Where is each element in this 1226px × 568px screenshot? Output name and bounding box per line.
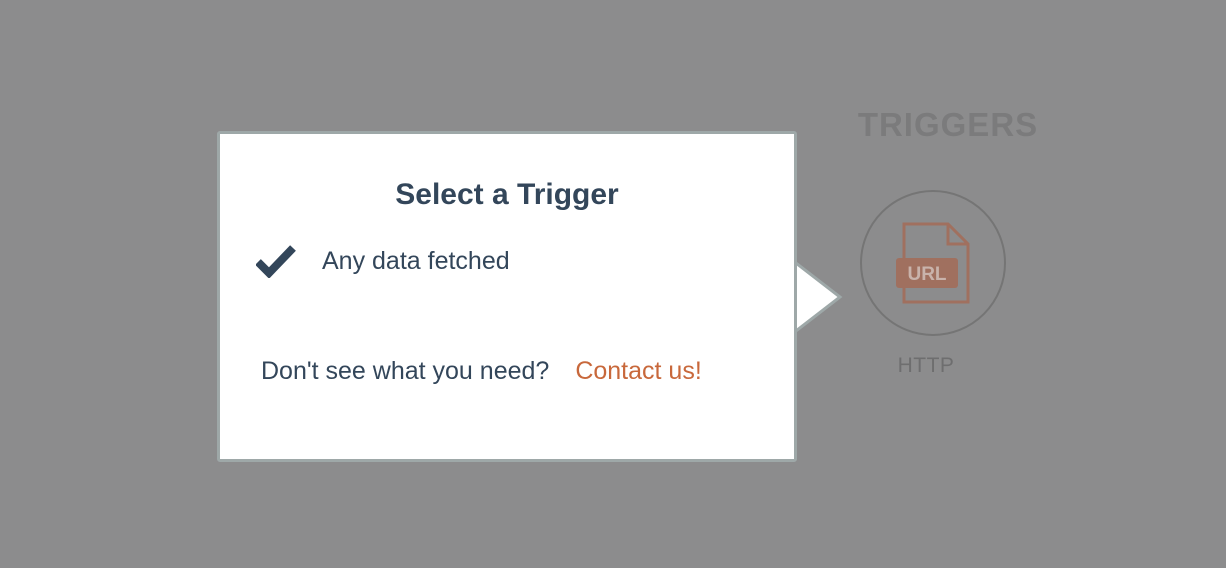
option-label: Any data fetched [322,246,510,275]
trigger-label-http: HTTP [897,354,955,377]
popover-arrow [792,260,843,334]
trigger-circle[interactable]: URL [860,190,1006,336]
footer-text: Don't see what you need? [261,357,550,385]
popover-title: Select a Trigger [395,178,619,211]
contact-us-link[interactable]: Contact us! [575,357,701,385]
popover-footer: Don't see what you need? Contact us! [261,357,702,386]
triggers-heading: TRIGGERS [857,106,1039,143]
url-file-icon: URL [896,222,970,304]
trigger-option-any-data-fetched[interactable]: Any data fetched [256,244,510,278]
url-icon-text: URL [907,264,946,285]
checkmark-icon [256,245,296,278]
select-trigger-popover: Select a Trigger Any data fetched Don't … [217,131,797,462]
trigger-card-http[interactable]: URL HTTP [858,190,1008,378]
